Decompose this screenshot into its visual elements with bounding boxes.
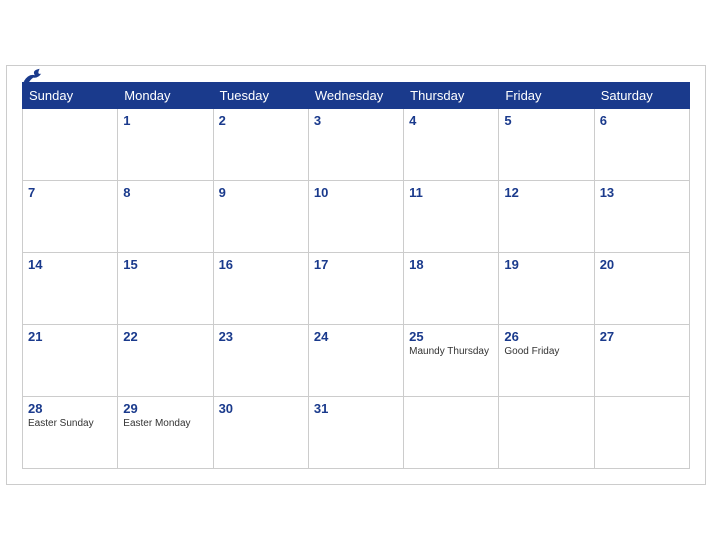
- calendar-cell: 26 Good Friday: [499, 325, 594, 397]
- calendar-cell: 24: [308, 325, 403, 397]
- day-number: 31: [314, 401, 398, 416]
- calendar-cell: 27: [594, 325, 689, 397]
- day-number: 20: [600, 257, 684, 272]
- calendar-cell: 15: [118, 253, 213, 325]
- calendar-cell: 17: [308, 253, 403, 325]
- calendar-cell: 7: [23, 181, 118, 253]
- day-number: 13: [600, 185, 684, 200]
- day-number: 5: [504, 113, 588, 128]
- calendar-cell: 13: [594, 181, 689, 253]
- calendar-cell: 1: [118, 109, 213, 181]
- calendar-cell: 31: [308, 397, 403, 469]
- holiday-name: Good Friday: [504, 346, 588, 357]
- calendar-week-row: 123456: [23, 109, 690, 181]
- day-number: 8: [123, 185, 207, 200]
- holiday-name: Easter Sunday: [28, 418, 112, 429]
- calendar-cell: [499, 397, 594, 469]
- holiday-name: Easter Monday: [123, 418, 207, 429]
- calendar-cell: 11: [404, 181, 499, 253]
- day-number: 4: [409, 113, 493, 128]
- day-number: 21: [28, 329, 112, 344]
- day-number: 16: [219, 257, 303, 272]
- calendar-cell: 3: [308, 109, 403, 181]
- calendar-cell: 22: [118, 325, 213, 397]
- calendar-table: SundayMondayTuesdayWednesdayThursdayFrid…: [22, 82, 690, 469]
- day-number: 15: [123, 257, 207, 272]
- calendar-cell: 29 Easter Monday: [118, 397, 213, 469]
- day-number: 19: [504, 257, 588, 272]
- calendar-cell: 16: [213, 253, 308, 325]
- day-number: 28: [28, 401, 112, 416]
- weekday-header-monday: Monday: [118, 83, 213, 109]
- weekday-header-friday: Friday: [499, 83, 594, 109]
- calendar-cell: 5: [499, 109, 594, 181]
- calendar-cell: 23: [213, 325, 308, 397]
- calendar-week-row: 28 Easter Sunday 29 Easter Monday 30 31: [23, 397, 690, 469]
- calendar-cell: 18: [404, 253, 499, 325]
- weekday-header-thursday: Thursday: [404, 83, 499, 109]
- day-number: 26: [504, 329, 588, 344]
- calendar-cell: 9: [213, 181, 308, 253]
- day-number: 2: [219, 113, 303, 128]
- calendar-week-row: 21 22 23 24 25 Maundy Thursday 26 Good Friday 27: [23, 325, 690, 397]
- calendar-cell: [404, 397, 499, 469]
- weekday-header-tuesday: Tuesday: [213, 83, 308, 109]
- day-number: 9: [219, 185, 303, 200]
- holiday-name: Maundy Thursday: [409, 346, 493, 357]
- day-number: 29: [123, 401, 207, 416]
- calendar-cell: 4: [404, 109, 499, 181]
- calendar-cell: 14: [23, 253, 118, 325]
- day-number: 27: [600, 329, 684, 344]
- day-number: 18: [409, 257, 493, 272]
- day-number: 25: [409, 329, 493, 344]
- weekday-header-row: SundayMondayTuesdayWednesdayThursdayFrid…: [23, 83, 690, 109]
- day-number: 7: [28, 185, 112, 200]
- day-number: 6: [600, 113, 684, 128]
- day-number: 14: [28, 257, 112, 272]
- day-number: 23: [219, 329, 303, 344]
- calendar-cell: 8: [118, 181, 213, 253]
- day-number: 22: [123, 329, 207, 344]
- calendar-container: SundayMondayTuesdayWednesdayThursdayFrid…: [6, 65, 706, 485]
- day-number: 10: [314, 185, 398, 200]
- calendar-cell: 6: [594, 109, 689, 181]
- calendar-week-row: 14 15 16 17 18 19 20: [23, 253, 690, 325]
- calendar-cell: 28 Easter Sunday: [23, 397, 118, 469]
- calendar-cell: 25 Maundy Thursday: [404, 325, 499, 397]
- calendar-cell: 10: [308, 181, 403, 253]
- day-number: 1: [123, 113, 207, 128]
- logo: [22, 67, 49, 85]
- calendar-cell: 30: [213, 397, 308, 469]
- calendar-cell: 2: [213, 109, 308, 181]
- calendar-cell: 21: [23, 325, 118, 397]
- calendar-cell: 12: [499, 181, 594, 253]
- day-number: 24: [314, 329, 398, 344]
- weekday-header-wednesday: Wednesday: [308, 83, 403, 109]
- day-number: 17: [314, 257, 398, 272]
- calendar-cell: [23, 109, 118, 181]
- day-number: 3: [314, 113, 398, 128]
- logo-bird-icon: [22, 67, 46, 85]
- day-number: 30: [219, 401, 303, 416]
- day-number: 12: [504, 185, 588, 200]
- calendar-cell: 20: [594, 253, 689, 325]
- weekday-header-saturday: Saturday: [594, 83, 689, 109]
- day-number: 11: [409, 185, 493, 200]
- calendar-cell: [594, 397, 689, 469]
- calendar-week-row: 789 10 11 12 13: [23, 181, 690, 253]
- weekday-header-sunday: Sunday: [23, 83, 118, 109]
- calendar-cell: 19: [499, 253, 594, 325]
